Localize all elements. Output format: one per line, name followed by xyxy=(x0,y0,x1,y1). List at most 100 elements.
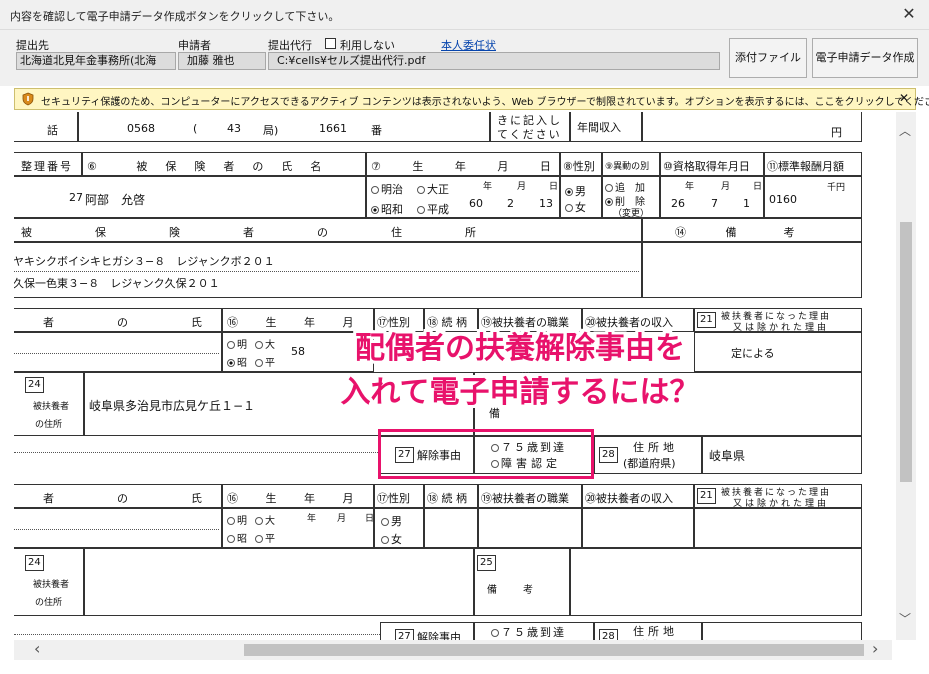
dep2-era-t-radio[interactable]: 大 xyxy=(255,512,275,527)
insured-name-cell[interactable]: 27 阿部 允啓 xyxy=(14,176,366,218)
radio-icon xyxy=(227,535,235,543)
change-value-cell: 追 加 削 除 （変更） xyxy=(602,176,660,219)
era-m-label: 明 xyxy=(237,340,247,351)
divider xyxy=(14,529,219,530)
annotation-line-1: 配偶者の扶養解除事由を xyxy=(355,331,685,366)
vertical-scrollbar[interactable]: ︿ ﹀ xyxy=(896,112,916,640)
gender-female-radio[interactable]: 女 xyxy=(565,199,586,215)
dep2-birth-cell: 明 大 昭 平 年 月 日 xyxy=(222,508,374,548)
dep2-income-header: ⑳被扶養者の収入 xyxy=(582,484,694,508)
radio-icon xyxy=(371,186,379,194)
radio-icon xyxy=(381,518,389,526)
annotation-caption: 配偶者の扶養解除事由を 入れて電子申請するには？ xyxy=(300,327,740,415)
submit-to-field[interactable]: 北海道北見年金事務所(北海 xyxy=(16,52,176,70)
title-bar: 内容を確認して電子申請データ作成ボタンをクリックして下さい。 ✕ xyxy=(0,0,929,30)
acq-day[interactable]: 1 xyxy=(743,197,750,210)
vertical-scroll-thumb[interactable] xyxy=(900,222,912,482)
dep2-relation-cell[interactable] xyxy=(424,508,478,548)
dep2-removal-75-radio[interactable]: ７５歳到達 xyxy=(491,624,566,640)
horizontal-scroll-thumb[interactable] xyxy=(244,644,864,656)
tel-area: 0568 xyxy=(127,122,155,135)
salary-value-cell[interactable]: 千円 0160 xyxy=(764,176,862,218)
acq-header-text: ⑩資格取得年月日 xyxy=(663,160,750,173)
scroll-down-icon[interactable]: ﹀ xyxy=(899,610,911,627)
annual-income-cell: 年間収入 xyxy=(570,112,642,142)
dep1-era-h-radio[interactable]: 平 xyxy=(255,354,275,369)
radio-icon xyxy=(227,341,235,349)
dep2-removal-options-cell: ７５歳到達 障害認定 xyxy=(474,622,594,640)
scroll-right-icon[interactable]: › xyxy=(872,639,878,658)
remarks-value-cell[interactable] xyxy=(642,242,862,298)
era-heisei-radio[interactable]: 平成 xyxy=(417,201,449,217)
era-showa-radio[interactable]: 昭和 xyxy=(371,201,403,217)
dep2-era-s-radio[interactable]: 昭 xyxy=(227,530,247,545)
acq-year[interactable]: 26 xyxy=(671,197,685,210)
acq-month-label: 月 xyxy=(721,182,731,192)
gender-value-cell: 男 女 xyxy=(560,176,602,218)
dep2-income-cell[interactable] xyxy=(582,508,694,548)
scroll-left-icon[interactable]: ‹ xyxy=(34,639,40,658)
birth-month[interactable]: 2 xyxy=(507,197,514,210)
acq-month[interactable]: 7 xyxy=(711,197,718,210)
create-data-button[interactable]: 電子申請データ作成 xyxy=(812,38,918,78)
dep1-era-m-radio[interactable]: 明 xyxy=(227,336,247,351)
dep2-addr-value-cell[interactable] xyxy=(84,548,474,616)
male-label: 男 xyxy=(391,515,402,528)
birth-day[interactable]: 13 xyxy=(539,197,553,210)
tel-label-cell: 話 xyxy=(14,112,78,142)
pref-label-2: (都道府県) xyxy=(623,457,676,470)
applicant-field[interactable]: 加藤 雅也 xyxy=(178,52,266,70)
dep1-era-s-radio[interactable]: 昭 xyxy=(227,354,247,369)
horizontal-scrollbar[interactable]: ‹ › xyxy=(14,639,892,660)
dep2-pref-label-cell: 28 住所地 (都道府県) xyxy=(594,622,702,640)
dep2-year-label: 年 xyxy=(307,514,317,524)
dep2-remark-label-cell: 25 備 考 xyxy=(474,548,570,616)
delegation-link[interactable]: 本人委任状 xyxy=(441,37,496,53)
radio-icon xyxy=(227,517,235,525)
dep2-remark-value-cell[interactable] xyxy=(570,548,862,616)
gender-header-text: ⑧性別 xyxy=(563,160,595,173)
radio-selected-icon xyxy=(371,206,379,214)
radio-icon xyxy=(491,629,499,637)
dep1-pref-value-cell[interactable]: 岐阜県 xyxy=(702,436,862,474)
dep2-reason-cell[interactable] xyxy=(694,508,862,548)
security-infobar[interactable]: セキュリティ保護のため、コンピューターにアクセスできるアクティブ コンテンツは表… xyxy=(14,88,929,110)
address-value-cell[interactable]: ヤキシクボイシキヒガシ３−８ レジャンクボ２０１ 久保一色東３−８ レジャンク久… xyxy=(14,242,642,298)
dep2-female-radio[interactable]: 女 xyxy=(381,531,402,547)
radio-icon xyxy=(417,186,425,194)
dep2-male-radio[interactable]: 男 xyxy=(381,513,402,529)
scroll-up-icon[interactable]: ︿ xyxy=(899,122,911,139)
submit-to-label: 提出先 xyxy=(16,39,49,52)
change-add-radio[interactable]: 追 加 xyxy=(605,179,645,194)
ref-num-value: 27 xyxy=(69,191,83,204)
tel-cell: 0568 ( 43 局) 1661 番 xyxy=(78,112,490,142)
dep2-remark-label: 備 考 xyxy=(487,585,541,596)
dep2-job-cell[interactable] xyxy=(478,508,582,548)
field-number-badge: 21 xyxy=(697,488,716,504)
fill-note-2: てください xyxy=(497,128,562,141)
close-icon[interactable]: ✕ xyxy=(899,4,919,24)
dep1-era-t-radio[interactable]: 大 xyxy=(255,336,275,351)
dep2-pref-value-cell[interactable] xyxy=(702,622,862,640)
annotation-line-2: 入れて電子申請するには？ xyxy=(340,375,700,410)
dep2-relation-header-text: ⑱ 続 柄 xyxy=(427,492,467,505)
dep2-name-cell[interactable] xyxy=(14,508,222,548)
shield-icon xyxy=(22,92,34,106)
proxy-file-field[interactable]: C:¥cells¥セルズ提出代行.pdf xyxy=(268,52,720,70)
no-use-checkbox[interactable] xyxy=(325,38,336,49)
infobar-close-icon[interactable]: ✕ xyxy=(899,91,909,105)
era-meiji-radio[interactable]: 明治 xyxy=(371,181,403,197)
salary-value: 0160 xyxy=(769,193,797,206)
birth-year[interactable]: 60 xyxy=(469,197,483,210)
dep2-era-m-radio[interactable]: 明 xyxy=(227,512,247,527)
era-m-label: 明 xyxy=(237,516,247,527)
female-label: 女 xyxy=(575,201,586,214)
dep2-era-h-radio[interactable]: 平 xyxy=(255,530,275,545)
radio-selected-icon xyxy=(227,359,235,367)
income-value-cell: 円 xyxy=(642,112,862,142)
era-taisho-radio[interactable]: 大正 xyxy=(417,181,449,197)
radio-icon xyxy=(605,184,613,192)
gender-male-radio[interactable]: 男 xyxy=(565,183,586,199)
dep1-name-cell[interactable] xyxy=(14,332,222,372)
attach-file-button[interactable]: 添付ファイル xyxy=(729,38,807,78)
